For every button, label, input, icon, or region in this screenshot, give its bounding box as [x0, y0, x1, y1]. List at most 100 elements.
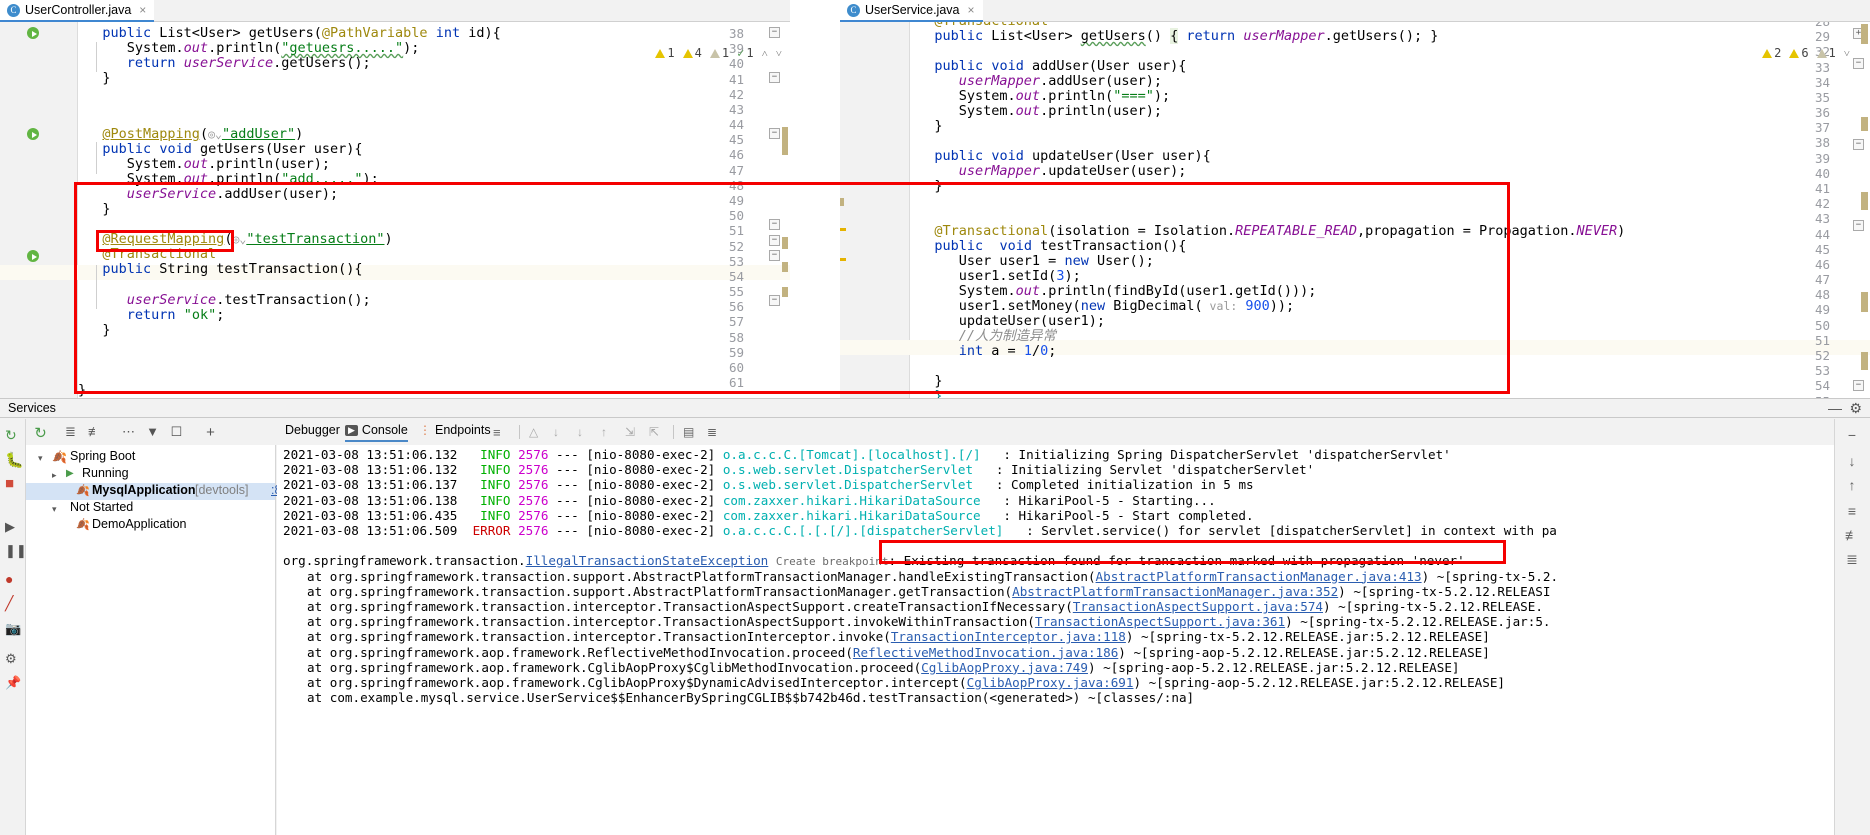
left-editor-tabbar: C UserController.java ×	[0, 0, 790, 22]
stack-trace-line: at org.springframework.transaction.suppo…	[307, 584, 1550, 599]
typo-count[interactable]: ✓ 1	[737, 46, 753, 60]
tree-item-label: Running	[82, 466, 129, 480]
rerun-icon[interactable]: ↻	[5, 427, 21, 443]
close-icon[interactable]: ×	[967, 3, 974, 17]
run-gutter-icon[interactable]	[27, 128, 40, 141]
stop-icon[interactable]: ■	[5, 475, 21, 491]
expand-all-icon[interactable]: ≣	[62, 424, 79, 441]
step-out-icon[interactable]: ⇱	[649, 425, 659, 439]
tree-item-spring-boot[interactable]: ▾ 🍂 Spring Boot	[26, 449, 275, 466]
error-count[interactable]: 2	[1762, 46, 1781, 60]
tree-item-label: Not Started	[70, 500, 133, 514]
add-tab-icon[interactable]: ☐	[168, 424, 185, 441]
create-breakpoint-hint[interactable]: Create breakpoint	[776, 555, 889, 568]
tab-user-controller[interactable]: C UserController.java ×	[0, 0, 154, 22]
soft-wrap-icon[interactable]: △	[529, 425, 538, 439]
tab-user-service[interactable]: C UserService.java ×	[840, 0, 983, 22]
weak-warning-count[interactable]: 1	[1817, 46, 1836, 60]
rerun-icon[interactable]: ↻	[32, 424, 49, 441]
right-code-text[interactable]: @Transactional public List<User> getUser…	[910, 22, 1870, 398]
wrap-icon[interactable]: ≡	[1844, 503, 1860, 519]
scroll-marker	[1861, 192, 1868, 210]
warning-triangle-icon	[655, 49, 665, 58]
services-tree[interactable]: ▾ 🍂 Spring Boot ▸ ▶ Running 🍂 MysqlAppli…	[26, 445, 276, 835]
weak-warning-triangle-icon	[710, 49, 720, 58]
stack-frame-link[interactable]: AbstractPlatformTransactionManager.java:…	[1012, 584, 1338, 599]
error-count[interactable]: 1	[655, 46, 674, 60]
scroll-marker	[782, 262, 788, 272]
filter-icon[interactable]: ▼	[144, 424, 161, 441]
stack-trace-line: at org.springframework.transaction.suppo…	[307, 569, 1558, 584]
settings-icon[interactable]: ≣	[707, 425, 717, 439]
view-breakpoints-icon[interactable]: ╱	[5, 595, 21, 611]
scroll-up-icon[interactable]: ↑	[601, 425, 607, 439]
camera-icon[interactable]: 📷	[5, 621, 21, 637]
weak-warning-count[interactable]: 1	[710, 46, 729, 60]
chevron-down-icon[interactable]: ▾	[52, 504, 57, 515]
right-editor-pane[interactable]: 2829323334353637383940414243444546474849…	[840, 22, 1870, 398]
right-scrollbar[interactable]	[1858, 22, 1870, 398]
prev-problem-icon[interactable]: ˄	[762, 47, 768, 60]
group-icon[interactable]: ⋯	[120, 424, 137, 441]
left-gutter[interactable]	[0, 22, 78, 398]
stack-frame-link[interactable]: ReflectiveMethodInvocation.java:186	[853, 645, 1118, 660]
collapse-all-icon[interactable]: ≢	[86, 424, 103, 441]
stack-frame-link[interactable]: AbstractPlatformTransactionManager.java:…	[1096, 569, 1422, 584]
tab-endpoints[interactable]: ⋮ Endpoints	[419, 423, 491, 437]
tree-item-demo-application[interactable]: 🍂 DemoApplication	[26, 517, 275, 534]
resume-icon[interactable]: ▶	[5, 519, 21, 535]
services-toolwindow-header[interactable]: Services	[0, 398, 1870, 418]
settings-gear-icon[interactable]: ⚙	[1849, 400, 1862, 417]
console-output[interactable]: 2021-03-08 13:51:06.132 INFO 2576 --- [n…	[277, 445, 1834, 835]
mute-breakpoints-icon[interactable]: ●	[5, 571, 21, 587]
settings-icon[interactable]: ⚙	[5, 651, 21, 667]
pause-icon[interactable]: ❚❚	[5, 543, 21, 559]
warning-count[interactable]: 6	[1789, 46, 1808, 60]
right-inspection-widget[interactable]: 2 6 1 ˅	[1762, 46, 1850, 60]
warning-count[interactable]: 4	[683, 46, 702, 60]
tree-item-running[interactable]: ▸ ▶ Running	[26, 466, 275, 483]
run-gutter-icon[interactable]	[27, 250, 40, 263]
stack-trace-line: at com.example.mysql.service.UserService…	[307, 690, 1194, 705]
debug-actions-rail[interactable]: ↻ 🐛 ■ ▶ ❚❚ ● ╱ 📷 ⚙ 📌	[0, 419, 26, 835]
scroll-to-top-icon[interactable]: ↑	[1844, 477, 1860, 493]
left-editor-pane[interactable]: 3839404142434445464748495051525354555657…	[0, 22, 790, 398]
menu-icon[interactable]: ≡	[493, 425, 501, 440]
stack-frame-link[interactable]: TransactionAspectSupport.java:361	[1035, 614, 1285, 629]
console-tabbar[interactable]: Debugger ▶ Console ⋮ Endpoints ≡ △ ↓ ↓ ↑…	[277, 419, 1834, 445]
java-class-icon: C	[847, 4, 860, 17]
list-icon[interactable]: ≣	[1844, 551, 1860, 567]
chevron-down-icon[interactable]: ▾	[38, 453, 43, 464]
run-gutter-icon[interactable]	[27, 27, 40, 40]
step-into-icon[interactable]: ⇲	[625, 425, 635, 439]
tab-console[interactable]: ▶ Console	[345, 423, 408, 442]
left-scrollbar[interactable]	[778, 22, 790, 398]
tree-item-mysql-application[interactable]: 🍂 MysqlApplication [devtools] :8080	[26, 483, 275, 500]
scroll-down-icon[interactable]: ↓	[553, 425, 559, 439]
chevron-right-icon[interactable]: ▸	[52, 470, 57, 481]
add-service-icon[interactable]: +	[202, 424, 219, 441]
tree-item-not-started[interactable]: ▾ Not Started	[26, 500, 275, 517]
stack-frame-link[interactable]: TransactionAspectSupport.java:574	[1073, 599, 1323, 614]
print-icon[interactable]: ▤	[683, 425, 694, 439]
exception-class-link[interactable]: IllegalTransactionStateException	[526, 553, 769, 568]
change-marker	[840, 258, 846, 261]
collapse-icon[interactable]: −	[1844, 427, 1860, 443]
scroll-end-icon[interactable]: ↓	[577, 425, 583, 439]
pin-icon[interactable]: 📌	[5, 675, 21, 691]
stack-frame-link[interactable]: TransactionInterceptor.java:118	[891, 629, 1126, 644]
debug-icon[interactable]: 🐛	[5, 451, 21, 467]
services-tab-label[interactable]: Services	[8, 401, 56, 415]
console-side-rail[interactable]: − ↓ ↑ ≡ ≢ ≣	[1834, 419, 1870, 835]
services-tree-toolbar[interactable]: ↻ ≣ ≢ ⋯ ▼ ☐ +	[26, 419, 276, 445]
stack-frame-link[interactable]: CglibAopProxy.java:749	[921, 660, 1088, 675]
tab-debugger[interactable]: Debugger	[285, 423, 340, 437]
clear-icon[interactable]: ≢	[1844, 527, 1860, 543]
left-inspection-widget[interactable]: 1 4 1 ✓ 1 ˄ ˅	[655, 46, 782, 60]
hide-toolwindow-icon[interactable]: ―	[1828, 400, 1842, 416]
next-problem-icon[interactable]: ˅	[1844, 47, 1850, 60]
scroll-to-end-icon[interactable]: ↓	[1844, 453, 1860, 469]
stack-frame-link[interactable]: CglibAopProxy.java:691	[967, 675, 1134, 690]
close-icon[interactable]: ×	[139, 3, 146, 17]
left-code-text[interactable]: public List<User> getUsers(@PathVariable…	[78, 22, 790, 398]
